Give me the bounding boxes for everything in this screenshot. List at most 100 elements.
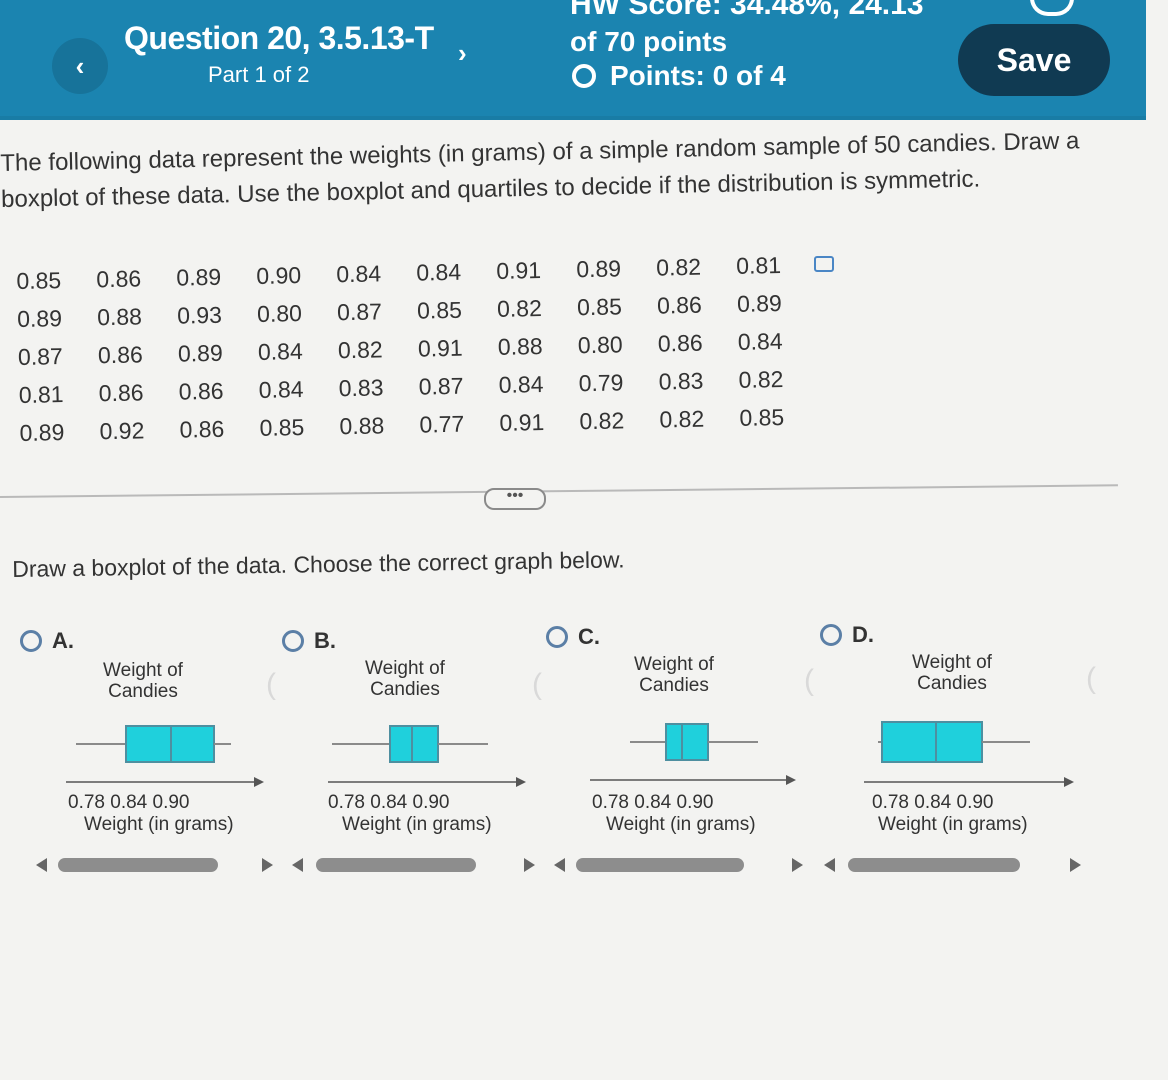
data-cell: 0.82 xyxy=(496,294,543,322)
data-cell: 0.84 xyxy=(737,327,783,355)
chevron-left-icon: ‹ xyxy=(75,50,85,81)
option-a-letter: A. xyxy=(52,628,74,653)
axis-arrow-icon xyxy=(1064,777,1074,787)
option-d[interactable]: D. Weight of Candies 0.78 0.84 0.90 Weigh… xyxy=(820,622,1080,872)
points-status: Points: 0 of 4 xyxy=(572,60,786,92)
data-cell: 0.82 xyxy=(738,365,784,393)
part-label: Part 1 of 2 xyxy=(208,62,310,87)
box xyxy=(389,725,439,763)
scroll-right-icon[interactable] xyxy=(524,858,535,872)
scroll-right-icon[interactable] xyxy=(792,858,803,872)
data-cell: 0.86 xyxy=(98,378,144,406)
scroll-left-icon[interactable] xyxy=(292,858,303,872)
question-text: The following data represent the weights… xyxy=(0,127,1080,213)
option-a-ticks: 0.78 0.84 0.90 xyxy=(68,792,190,813)
data-cell: 0.85 xyxy=(576,292,623,320)
option-b-xlabel: Weight (in grams) xyxy=(342,814,492,835)
scroll-left-icon[interactable] xyxy=(36,858,47,872)
option-a[interactable]: A. Weight of Candies 0.78 0.84 0.90 Weigh… xyxy=(20,628,280,878)
data-cell: 0.89 xyxy=(736,289,783,317)
data-cell: 0.89 xyxy=(575,254,622,282)
option-d-xlabel: Weight (in grams) xyxy=(878,814,1028,835)
scrollbar-c[interactable] xyxy=(576,858,744,872)
data-cell: 0.89 xyxy=(176,263,222,291)
option-c-ticks: 0.78 0.84 0.90 xyxy=(592,792,714,813)
axis-arrow-icon xyxy=(254,777,264,787)
save-button[interactable]: Save xyxy=(958,24,1110,96)
box xyxy=(665,723,709,761)
scroll-left-icon[interactable] xyxy=(824,858,835,872)
chevron-right-icon: › xyxy=(458,38,467,68)
data-cell: 0.91 xyxy=(417,334,463,362)
decorative-paren: ( xyxy=(804,664,814,697)
progress-ring-icon xyxy=(572,64,596,88)
data-cell: 0.84 xyxy=(336,259,382,287)
data-cell: 0.86 xyxy=(97,340,143,368)
copy-data-icon[interactable] xyxy=(814,256,834,272)
data-cell: 0.89 xyxy=(19,418,65,446)
decorative-paren: ( xyxy=(532,668,542,701)
data-cell: 0.85 xyxy=(739,403,785,431)
option-c-title: Weight of Candies xyxy=(634,654,714,696)
data-cell: 0.81 xyxy=(18,380,64,408)
data-cell: 0.88 xyxy=(96,302,143,330)
data-cell: 0.85 xyxy=(259,413,305,441)
data-cell: 0.86 xyxy=(179,415,225,443)
data-cell: 0.83 xyxy=(658,367,704,395)
hw-score: HW Score: 34.48%, 24.13 xyxy=(570,0,924,21)
radio-option-c[interactable] xyxy=(546,626,568,648)
data-cell: 0.92 xyxy=(99,416,145,444)
option-c-xlabel: Weight (in grams) xyxy=(606,814,756,835)
option-c-letter: C. xyxy=(578,624,600,649)
option-b-title: Weight of Candies xyxy=(365,658,445,700)
data-cell: 0.89 xyxy=(16,304,63,332)
scroll-right-icon[interactable] xyxy=(262,858,273,872)
answer-prompt: Draw a boxplot of the data. Choose the c… xyxy=(12,546,625,582)
option-a-title: Weight of Candies xyxy=(103,660,183,702)
option-c[interactable]: C. Weight of Candies 0.78 0.84 0.90 Weigh… xyxy=(546,624,806,874)
next-question-button[interactable]: › xyxy=(458,38,467,69)
data-cell: 0.84 xyxy=(498,370,544,398)
data-cell: 0.84 xyxy=(258,375,304,403)
radio-option-d[interactable] xyxy=(820,624,842,646)
data-cell: 0.91 xyxy=(496,256,542,284)
scroll-left-icon[interactable] xyxy=(554,858,565,872)
option-d-ticks: 0.78 0.84 0.90 xyxy=(872,792,994,813)
option-b-letter: B. xyxy=(314,628,336,653)
radio-option-b[interactable] xyxy=(282,630,304,652)
option-b-ticks: 0.78 0.84 0.90 xyxy=(328,792,450,813)
data-cell: 0.80 xyxy=(577,330,623,358)
data-cell: 0.86 xyxy=(657,329,703,357)
axis-arrow-icon xyxy=(516,777,526,787)
axis-arrow-icon xyxy=(786,775,796,785)
points-label: Points: 0 of 4 xyxy=(610,60,786,91)
data-cell: 0.86 xyxy=(178,377,224,405)
data-cell: 0.87 xyxy=(336,297,383,325)
data-cell: 0.79 xyxy=(578,368,624,396)
data-cell: 0.86 xyxy=(96,264,142,292)
data-cell: 0.87 xyxy=(17,342,64,370)
option-d-title: Weight of Candies xyxy=(912,652,992,694)
option-d-letter: D. xyxy=(852,622,874,647)
data-cell: 0.84 xyxy=(257,337,303,365)
data-cell: 0.85 xyxy=(416,296,463,324)
data-cell: 0.93 xyxy=(176,301,223,329)
data-cell: 0.80 xyxy=(256,299,303,327)
expand-more-button[interactable]: ••• xyxy=(484,488,546,510)
option-b[interactable]: B. Weight of Candies 0.78 0.84 0.90 Weigh… xyxy=(282,628,542,878)
decorative-paren: ( xyxy=(266,668,276,701)
option-d-boxplot xyxy=(864,721,1074,787)
decorative-paren: ( xyxy=(1086,662,1096,695)
scroll-right-icon[interactable] xyxy=(1070,858,1081,872)
scrollbar-b[interactable] xyxy=(316,858,476,872)
option-c-boxplot xyxy=(590,723,796,785)
radio-option-a[interactable] xyxy=(20,630,42,652)
data-cell: 0.91 xyxy=(499,408,545,436)
data-cell: 0.86 xyxy=(656,291,703,319)
question-title: Question 20, 3.5.13-T xyxy=(124,20,434,56)
scrollbar-a[interactable] xyxy=(58,858,218,872)
box xyxy=(881,721,983,763)
scrollbar-d[interactable] xyxy=(848,858,1020,872)
data-cell: 0.85 xyxy=(16,266,62,294)
previous-question-button[interactable]: ‹ xyxy=(52,38,108,94)
